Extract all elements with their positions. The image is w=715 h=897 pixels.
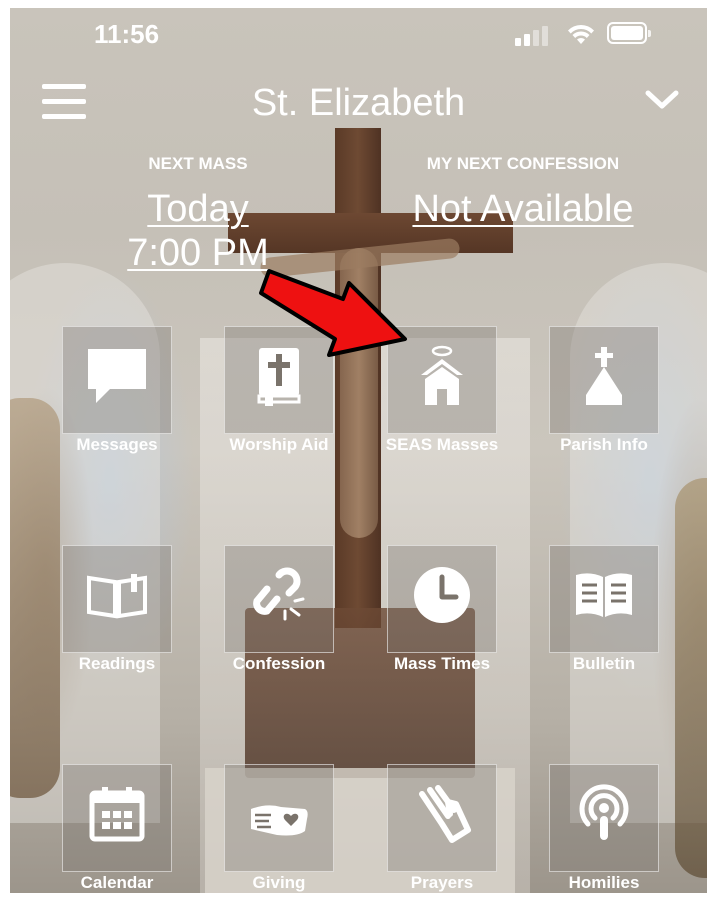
message-icon (88, 349, 146, 403)
praying-hands-icon (419, 785, 471, 843)
tile-label-readings: Readings (78, 654, 156, 673)
tile-giving[interactable] (224, 764, 334, 872)
red-arrow-annotation (259, 269, 407, 357)
tile-label-calendar: Calendar (80, 873, 154, 892)
tile-confession[interactable] (224, 545, 334, 653)
calendar-icon (89, 787, 145, 842)
app-screen: 11:56 St. Elizabeth NEXT MASS Today 7:00… (10, 8, 707, 893)
parish-title: St. Elizabeth (251, 82, 466, 124)
tile-readings[interactable] (62, 545, 172, 653)
next-confession-link[interactable]: Not Available (403, 188, 643, 231)
tile-label-confession: Confession (232, 654, 326, 673)
background-statue-left (10, 398, 60, 798)
status-bar: 11:56 (10, 8, 707, 63)
giving-hand-icon (251, 805, 308, 836)
broken-link-icon (253, 567, 305, 621)
battery-icon (607, 22, 651, 44)
next-mass-label: NEXT MASS (148, 154, 248, 173)
tile-label-seas-masses: SEAS Masses (385, 435, 499, 454)
chevron-down-icon[interactable] (644, 86, 680, 114)
next-confession-label: MY NEXT CONFESSION (426, 154, 620, 173)
tile-label-giving: Giving (252, 873, 306, 892)
clock-icon (414, 567, 470, 623)
tile-parish-info[interactable] (549, 326, 659, 434)
tile-mass-times[interactable] (387, 545, 497, 653)
tile-homilies[interactable] (549, 764, 659, 872)
tile-label-mass-times: Mass Times (393, 654, 491, 673)
steeple-icon (586, 347, 622, 405)
tile-calendar[interactable] (62, 764, 172, 872)
wifi-icon (568, 24, 594, 44)
next-mass-day-link[interactable]: Today (108, 188, 288, 231)
church-icon (421, 345, 463, 405)
status-time: 11:56 (94, 19, 160, 49)
tile-label-bulletin: Bulletin (572, 654, 636, 673)
tile-label-parish-info: Parish Info (560, 435, 648, 454)
tile-bulletin[interactable] (549, 545, 659, 653)
tile-label-prayers: Prayers (410, 873, 474, 892)
tile-label-homilies: Homilies (568, 873, 640, 892)
cellular-signal-icon (515, 24, 553, 46)
podcast-icon (579, 784, 629, 840)
tile-label-worship-aid: Worship Aid (229, 435, 329, 454)
tile-prayers[interactable] (387, 764, 497, 872)
background-statue-right (675, 478, 707, 878)
open-book-icon (87, 574, 147, 619)
tile-label-messages: Messages (76, 435, 158, 454)
bulletin-icon (576, 573, 632, 617)
tile-messages[interactable] (62, 326, 172, 434)
